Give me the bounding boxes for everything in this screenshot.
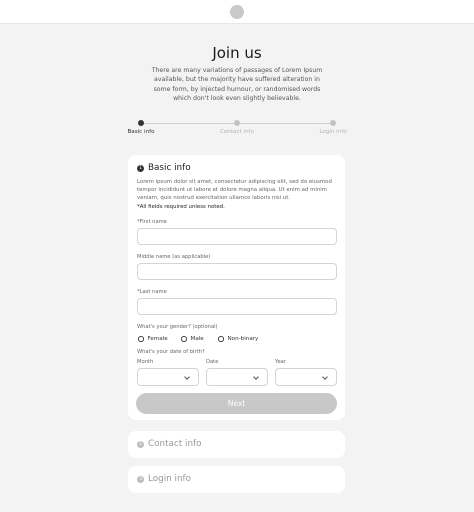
month-select[interactable] (137, 368, 199, 386)
progress-stepper: Basic info Contact info Login info (0, 118, 474, 142)
date-select[interactable] (206, 368, 268, 386)
gender-radio-non-binary[interactable]: Non-binary (218, 335, 258, 343)
top-bar (0, 0, 474, 24)
section-number-badge: 2 (137, 441, 144, 448)
chevron-down-icon (184, 373, 190, 380)
radio-label: Non-binary (227, 336, 259, 342)
next-button[interactable]: Next (136, 393, 337, 414)
step-3-label[interactable]: Login info (319, 129, 346, 135)
step-1-label[interactable]: Basic info (127, 129, 154, 135)
middle-name-label: Middle name (as applicable) (137, 254, 211, 260)
page-subtitle: There are many variations of passages of… (151, 67, 323, 102)
section-description: Lorem ipsum dolor sit amet, consectetur … (137, 179, 332, 201)
gender-radio-female[interactable]: Female (138, 335, 168, 343)
first-name-label: *First name (137, 219, 167, 225)
first-name-input[interactable] (137, 228, 337, 245)
radio-circle-icon[interactable] (138, 336, 144, 342)
section-number-badge: 3 (137, 476, 144, 483)
month-label: Month (137, 359, 154, 365)
gender-label: What's your gender? (optional) (137, 324, 218, 330)
basic-info-card: 1 Basic info Lorem ipsum dolor sit amet,… (128, 155, 345, 420)
step-3-dot[interactable] (330, 120, 336, 126)
radio-label: Female (147, 336, 168, 342)
year-select[interactable] (275, 368, 337, 386)
step-connector (240, 122, 330, 124)
chevron-down-icon (322, 373, 328, 380)
step-1-dot[interactable] (138, 120, 144, 126)
section-title: Basic info (148, 163, 191, 173)
login-info-card[interactable]: 3 Login info (128, 466, 345, 493)
last-name-input[interactable] (137, 298, 337, 315)
chevron-down-icon (253, 373, 259, 380)
gender-radio-male[interactable]: Male (181, 335, 204, 343)
contact-info-card[interactable]: 2 Contact info (128, 431, 345, 458)
page-title: Join us (212, 44, 262, 62)
section-number-badge: 1 (137, 165, 144, 172)
logo-circle[interactable] (230, 5, 244, 19)
radio-label: Male (190, 336, 204, 342)
step-2-dot[interactable] (234, 120, 240, 126)
radio-circle-icon[interactable] (218, 336, 224, 342)
dob-label: What's your date of birth? (137, 349, 205, 355)
date-label: Date (206, 359, 219, 365)
last-name-label: *Last name (137, 289, 167, 295)
middle-name-input[interactable] (137, 263, 337, 280)
section-title: Login info (148, 474, 192, 484)
step-2-label[interactable]: Contact info (220, 129, 254, 135)
step-connector (144, 122, 234, 124)
year-label: Year (275, 359, 286, 365)
section-title: Contact info (148, 439, 202, 449)
radio-circle-icon[interactable] (181, 336, 187, 342)
required-fields-note: *All fields required unless noted. (137, 204, 225, 210)
